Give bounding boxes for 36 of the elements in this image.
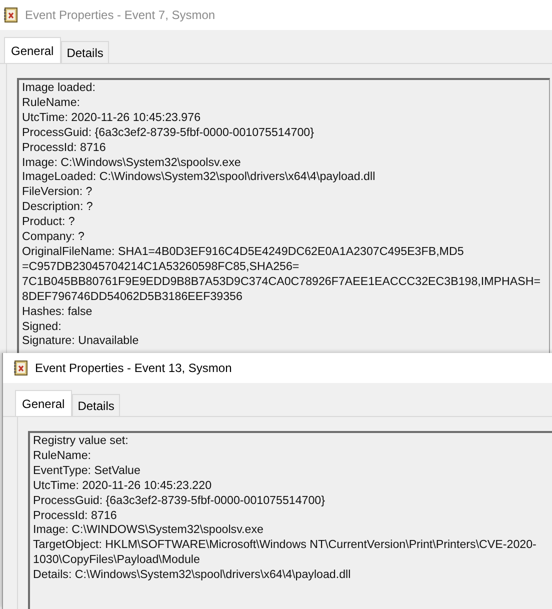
- event-text-line: =C957DB23045704214C1A53260598FC85,SHA256=: [22, 260, 300, 275]
- event-text-line: Registry value set:: [33, 434, 130, 449]
- event-text-line: UtcTime: 2020-11-26 10:45:23.220: [33, 478, 213, 494]
- event-text-line: ProcessGuid: {6a3c3ef2-8739-5fbf-0000-001075514700}: [33, 494, 326, 509]
- event-text-line: TargetObject: HKLM\SOFTWARE\Microsoft\Windows NT\CurrentVersion\Print\Printers\CVE-2020-: [33, 538, 538, 554]
- event-log-icon: [3, 7, 19, 23]
- event-log-icon: [13, 360, 29, 376]
- event-text-line: FileVersion: ?: [22, 185, 94, 200]
- event-text-line: ProcessGuid: {6a3c3ef2-8739-5fbf-0000-001075514700}: [22, 126, 316, 141]
- event-text-line: 8DEF796746DD54062D5B3186EEF39356: [22, 290, 244, 305]
- event-text-line: Details: C:\Windows\System32\spool\drivers\x64\4\payload.dll: [33, 568, 352, 584]
- event-text-line: Product: ?: [22, 215, 76, 230]
- event-text-line: EventType: SetValue: [33, 464, 142, 479]
- event-text-line: ProcessId: 8716: [22, 140, 107, 156]
- tab[interactable]: General: [15, 390, 72, 416]
- event-text-line: 1030\CopyFiles\Payload\Module: [33, 553, 201, 568]
- event-text-line: RuleName:: [22, 96, 81, 111]
- event-text-line: Image: C:\Windows\System32\spoolsv.exe: [22, 156, 242, 170]
- event-text-line: Signed:: [22, 320, 62, 334]
- event-text-line: RuleName:: [33, 448, 92, 464]
- event-text-line: UtcTime: 2020-11-26 10:45:23.976: [22, 110, 202, 126]
- event-text-line: ImageLoaded: C:\Windows\System32\spool\drivers\x64\4\payload.dll: [22, 170, 376, 186]
- window-title: Event Properties - Event 13, Sysmon: [35, 361, 232, 375]
- tab[interactable]: Details: [72, 394, 120, 416]
- event-text-line: Image: C:\WINDOWS\System32\spoolsv.exe: [33, 523, 264, 538]
- event-text-line: Signature: Unavailable: [22, 334, 140, 350]
- event-text-line: Description: ?: [22, 200, 94, 216]
- tab[interactable]: General: [4, 37, 61, 63]
- event-text-line: 7C1B045BB80761F9E9EDD9B8B7A53D9C374CA0C78926F7AEE1EACCC32EC3B198,IMPHASH=: [22, 274, 542, 290]
- tab[interactable]: Details: [60, 41, 110, 63]
- event-text-line: ProcessId: 8716: [33, 508, 118, 524]
- event-text-line: Company: ?: [22, 230, 86, 245]
- event-text-line: OriginalFileName: SHA1=4B0D3EF916C4D5E4249DC62E0A1A2307C495E3FB,MD5: [22, 244, 465, 260]
- event-text-line: Hashes: false: [22, 304, 94, 320]
- window-title: Event Properties - Event 7, Sysmon: [25, 8, 216, 22]
- event-text-line: Image loaded:: [22, 81, 96, 96]
